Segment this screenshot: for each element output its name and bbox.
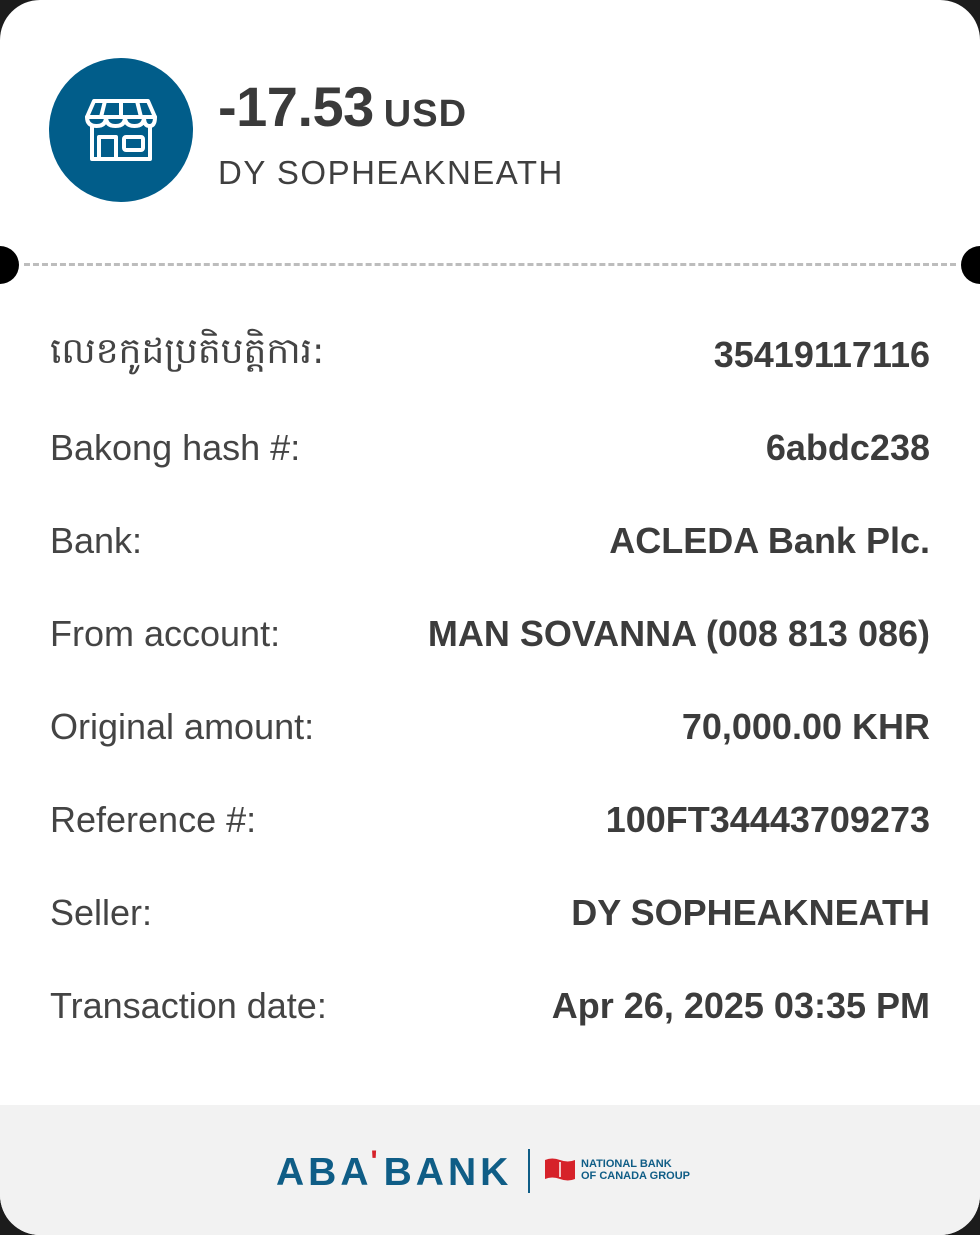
transaction-amount: -17.53 USD	[218, 74, 467, 139]
ticket-notch-right	[961, 246, 980, 284]
detail-row-bank: Bank: ACLEDA Bank Plc.	[50, 494, 930, 587]
detail-row-original-amount: Original amount: 70,000.00 KHR	[50, 680, 930, 773]
store-icon	[49, 58, 193, 202]
detail-label: Reference #:	[50, 798, 257, 840]
detail-value: DY SOPHEAKNEATH	[571, 891, 930, 933]
detail-row-from-account: From account: MAN SOVANNA (008 813 086)	[50, 587, 930, 680]
national-bank-logo: NATIONAL BANK OF CANADA GROUP	[544, 1157, 690, 1183]
merchant-name: DY SOPHEAKNEATH	[218, 154, 564, 191]
brand-left-text: ABA	[276, 1151, 373, 1194]
receipt-footer: ABA' BANK NATIONAL BANK OF CANADA GROUP	[0, 1105, 980, 1235]
detail-label: From account:	[50, 612, 281, 654]
detail-label: Seller:	[50, 891, 153, 933]
detail-value: 70,000.00 KHR	[681, 705, 930, 747]
detail-row-reference: Reference #: 100FT34443709273	[50, 773, 930, 866]
detail-label: Bank:	[50, 519, 143, 561]
detail-row-bakong-hash: Bakong hash #: 6abdc238	[50, 401, 930, 494]
detail-row-transaction-id: លេខកូដប្រតិបត្តិការ: 35419117116	[50, 308, 930, 401]
detail-label: Original amount:	[50, 705, 315, 747]
detail-row-seller: Seller: DY SOPHEAKNEATH	[50, 866, 930, 959]
detail-label: Transaction date:	[50, 984, 327, 1026]
flag-icon	[545, 1158, 575, 1181]
detail-row-transaction-date: Transaction date: Apr 26, 2025 03:35 PM	[50, 959, 930, 1052]
detail-label: Bakong hash #:	[50, 426, 301, 468]
detail-list: លេខកូដប្រតិបត្តិការ: 35419117116 Bakong …	[50, 308, 930, 1052]
receipt-header: -17.53 USD DY SOPHEAKNEATH	[0, 0, 980, 250]
detail-value: MAN SOVANNA (008 813 086)	[427, 612, 930, 654]
detail-value: 100FT34443709273	[605, 798, 930, 840]
brand-right-text: BANK	[383, 1151, 513, 1194]
detail-label: លេខកូដប្រតិបត្តិការ:	[50, 331, 325, 372]
detail-value: Apr 26, 2025 03:35 PM	[551, 984, 930, 1026]
amount-currency: USD	[383, 93, 468, 135]
partner-line-1: NATIONAL BANK	[581, 1158, 672, 1170]
detail-value: ACLEDA Bank Plc.	[609, 519, 930, 561]
detail-value: 6abdc238	[765, 426, 930, 468]
partner-line-2: OF CANADA GROUP	[581, 1170, 690, 1182]
aba-bank-logo: ABA' BANK	[276, 1145, 513, 1195]
brand-tick-mark: '	[370, 1145, 378, 1178]
ticket-notch-left	[0, 246, 19, 284]
detail-value: 35419117116	[713, 333, 930, 375]
dashed-divider	[24, 263, 956, 266]
amount-value: -17.53	[218, 75, 374, 138]
logo-separator	[528, 1149, 530, 1193]
receipt-card: -17.53 USD DY SOPHEAKNEATH លេខកូដប្រតិបត្…	[0, 0, 980, 1235]
